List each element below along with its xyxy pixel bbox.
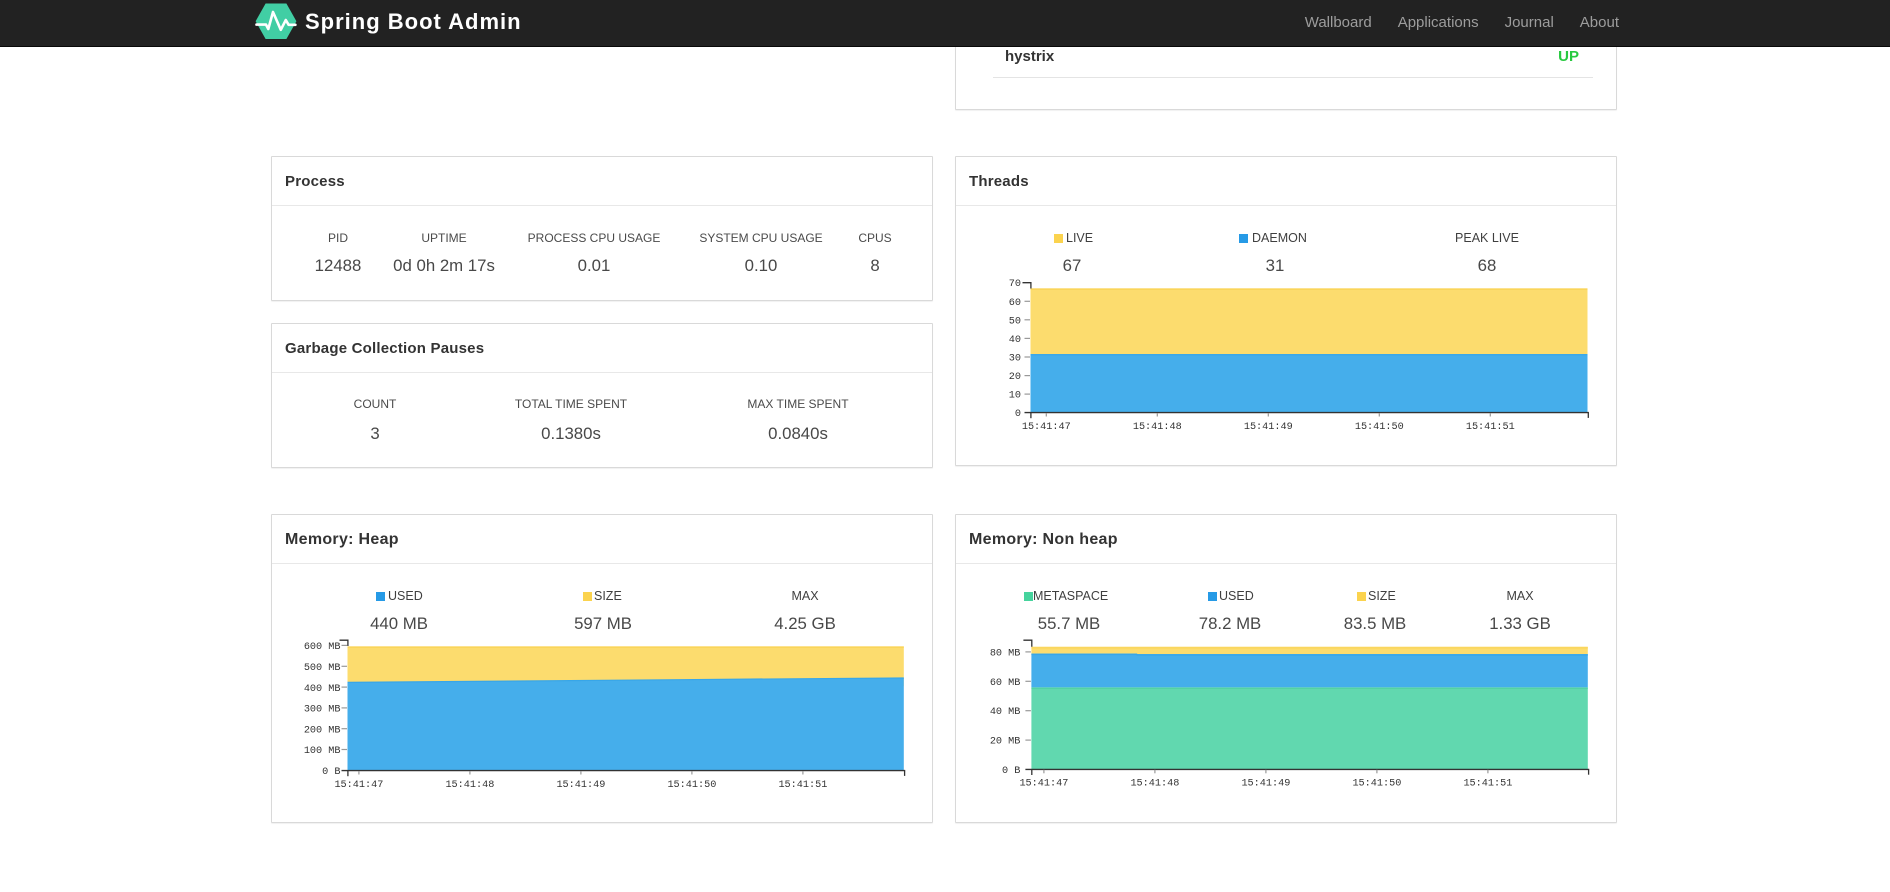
svg-text:600 MB: 600 MB <box>304 642 341 653</box>
svg-text:30: 30 <box>1009 354 1021 365</box>
svg-text:15:41:47: 15:41:47 <box>1019 779 1068 790</box>
svg-text:50: 50 <box>1009 316 1021 327</box>
svg-text:20: 20 <box>1009 372 1021 383</box>
svg-text:500 MB: 500 MB <box>304 663 341 674</box>
svg-text:0 B: 0 B <box>1002 766 1020 777</box>
svg-text:100 MB: 100 MB <box>304 746 341 757</box>
svg-text:15:41:51: 15:41:51 <box>1466 422 1515 433</box>
svg-text:0: 0 <box>1015 409 1021 420</box>
svg-text:70: 70 <box>1009 279 1021 290</box>
svg-text:15:41:51: 15:41:51 <box>778 780 827 791</box>
svg-text:15:41:49: 15:41:49 <box>1244 422 1293 433</box>
svg-text:15:41:48: 15:41:48 <box>1133 422 1182 433</box>
svg-text:400 MB: 400 MB <box>304 684 341 695</box>
svg-text:15:41:51: 15:41:51 <box>1463 779 1512 790</box>
svg-text:15:41:48: 15:41:48 <box>445 780 494 791</box>
svg-text:15:41:50: 15:41:50 <box>1352 779 1401 790</box>
svg-text:15:41:50: 15:41:50 <box>667 780 716 791</box>
svg-text:60 MB: 60 MB <box>990 678 1021 689</box>
svg-text:20 MB: 20 MB <box>990 737 1021 748</box>
svg-text:15:41:47: 15:41:47 <box>1022 422 1071 433</box>
svg-text:15:41:49: 15:41:49 <box>1241 779 1290 790</box>
svg-text:15:41:49: 15:41:49 <box>556 780 605 791</box>
svg-text:300 MB: 300 MB <box>304 705 341 716</box>
svg-text:10: 10 <box>1009 391 1021 402</box>
svg-text:15:41:50: 15:41:50 <box>1355 422 1404 433</box>
svg-text:0 B: 0 B <box>322 767 340 778</box>
svg-text:60: 60 <box>1009 298 1021 309</box>
svg-text:15:41:47: 15:41:47 <box>334 780 383 791</box>
svg-text:40: 40 <box>1009 335 1021 346</box>
svg-text:15:41:48: 15:41:48 <box>1130 779 1179 790</box>
svg-text:40 MB: 40 MB <box>990 707 1021 718</box>
svg-text:200 MB: 200 MB <box>304 725 341 736</box>
svg-text:80 MB: 80 MB <box>990 648 1021 659</box>
